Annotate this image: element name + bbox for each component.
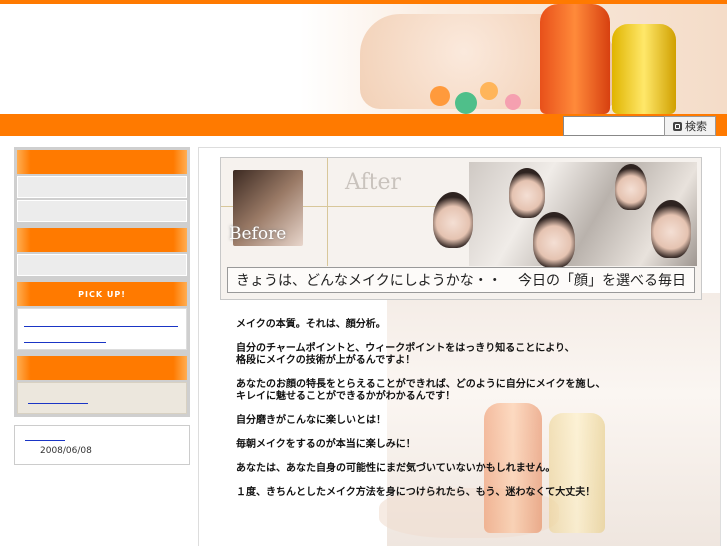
article-line: [236, 367, 706, 379]
banner-caption-right: 今日の「顔」を選べる毎日: [518, 273, 686, 289]
banner-caption-left: きょうは、どんなメイクにしようかな・・: [236, 273, 502, 289]
sidebar-box-4-link[interactable]: [28, 403, 88, 404]
pickup-list: [17, 308, 187, 350]
sidebar-box-1-row-1[interactable]: [17, 176, 187, 198]
entry-date: 2008/06/08: [40, 446, 92, 456]
pickup-link-1[interactable]: [24, 326, 178, 327]
article-line: [236, 331, 706, 343]
sidebar-box-1: [14, 147, 190, 225]
sidebar-box-4: [14, 353, 190, 417]
header-yellow-bottle-image: [612, 24, 676, 114]
model-photo-4: [615, 164, 647, 210]
recent-entry-box: 2008/06/08: [14, 425, 190, 465]
header-banner: [0, 4, 727, 114]
model-photo-2: [509, 168, 545, 218]
model-photo-1: [433, 192, 473, 248]
article-line: [236, 451, 706, 463]
article-line: 自分のチャームポイントと、ウィークポイントをはっきり知ることにより、: [236, 343, 575, 354]
before-label: Before: [229, 224, 287, 244]
article-line: あなたは、あなた自身の可能性にまだ気づいていないかもしれません。: [236, 463, 556, 474]
sidebar-pickup-box: PICK UP!: [14, 279, 190, 353]
pickup-link-2[interactable]: [24, 342, 106, 343]
sidebar-box-2: [14, 225, 190, 279]
banner-caption: きょうは、どんなメイクにしようかな・・ 今日の「顔」を選べる毎日: [227, 267, 695, 293]
article-line: 毎朝メイクをするのが本当に楽しみに！: [236, 439, 416, 450]
article-line: キレイに魅せることができるかがわかるんです！: [236, 391, 456, 402]
search-button[interactable]: 検索: [664, 116, 716, 136]
sidebar-box-2-header: [17, 228, 187, 252]
recent-entry-link[interactable]: [25, 440, 65, 441]
search-input[interactable]: [563, 116, 665, 136]
sidebar-box-1-header: [17, 150, 187, 174]
article-text: メイクの本質。それは、顔分析。 自分のチャームポイントと、ウィークポイントをはっ…: [236, 319, 706, 499]
after-label: After: [345, 170, 402, 195]
pickup-header: PICK UP!: [17, 282, 187, 306]
model-photo-3: [533, 212, 575, 268]
article-line: １度、きちんとしたメイク方法を身につけられたら、もう、迷わなくて大丈夫！: [236, 487, 596, 498]
banner-rule-vertical: [327, 158, 328, 266]
article-line: 自分磨きがこんなに楽しいとは！: [236, 415, 386, 426]
before-after-banner: After Before きょうは、どんなメイクにしようかな・・ 今日の「顔」を…: [220, 157, 702, 300]
sidebar-box-1-row-2[interactable]: [17, 200, 187, 222]
sidebar-box-2-row-1[interactable]: [17, 254, 187, 276]
main-content: After Before きょうは、どんなメイクにしようかな・・ 今日の「顔」を…: [198, 147, 721, 546]
sidebar-box-4-header: [17, 356, 187, 380]
article-line: [236, 475, 706, 487]
sidebar: PICK UP! 2008/06/08: [14, 147, 190, 465]
article-line: あなたのお顔の特長をとらえることができれば、どのように自分にメイクを施し、: [236, 379, 606, 390]
model-photo-5: [651, 200, 691, 258]
search-button-label: 検索: [685, 120, 707, 133]
article-line: [236, 427, 706, 439]
search-icon: [673, 121, 682, 131]
article-line: 格段にメイクの技術が上がるんですよ！: [236, 355, 416, 366]
sidebar-box-4-row: [17, 382, 187, 414]
article-line: メイクの本質。それは、顔分析。: [236, 319, 386, 330]
article-line: [236, 403, 706, 415]
header-orange-bottle-image: [540, 4, 610, 114]
